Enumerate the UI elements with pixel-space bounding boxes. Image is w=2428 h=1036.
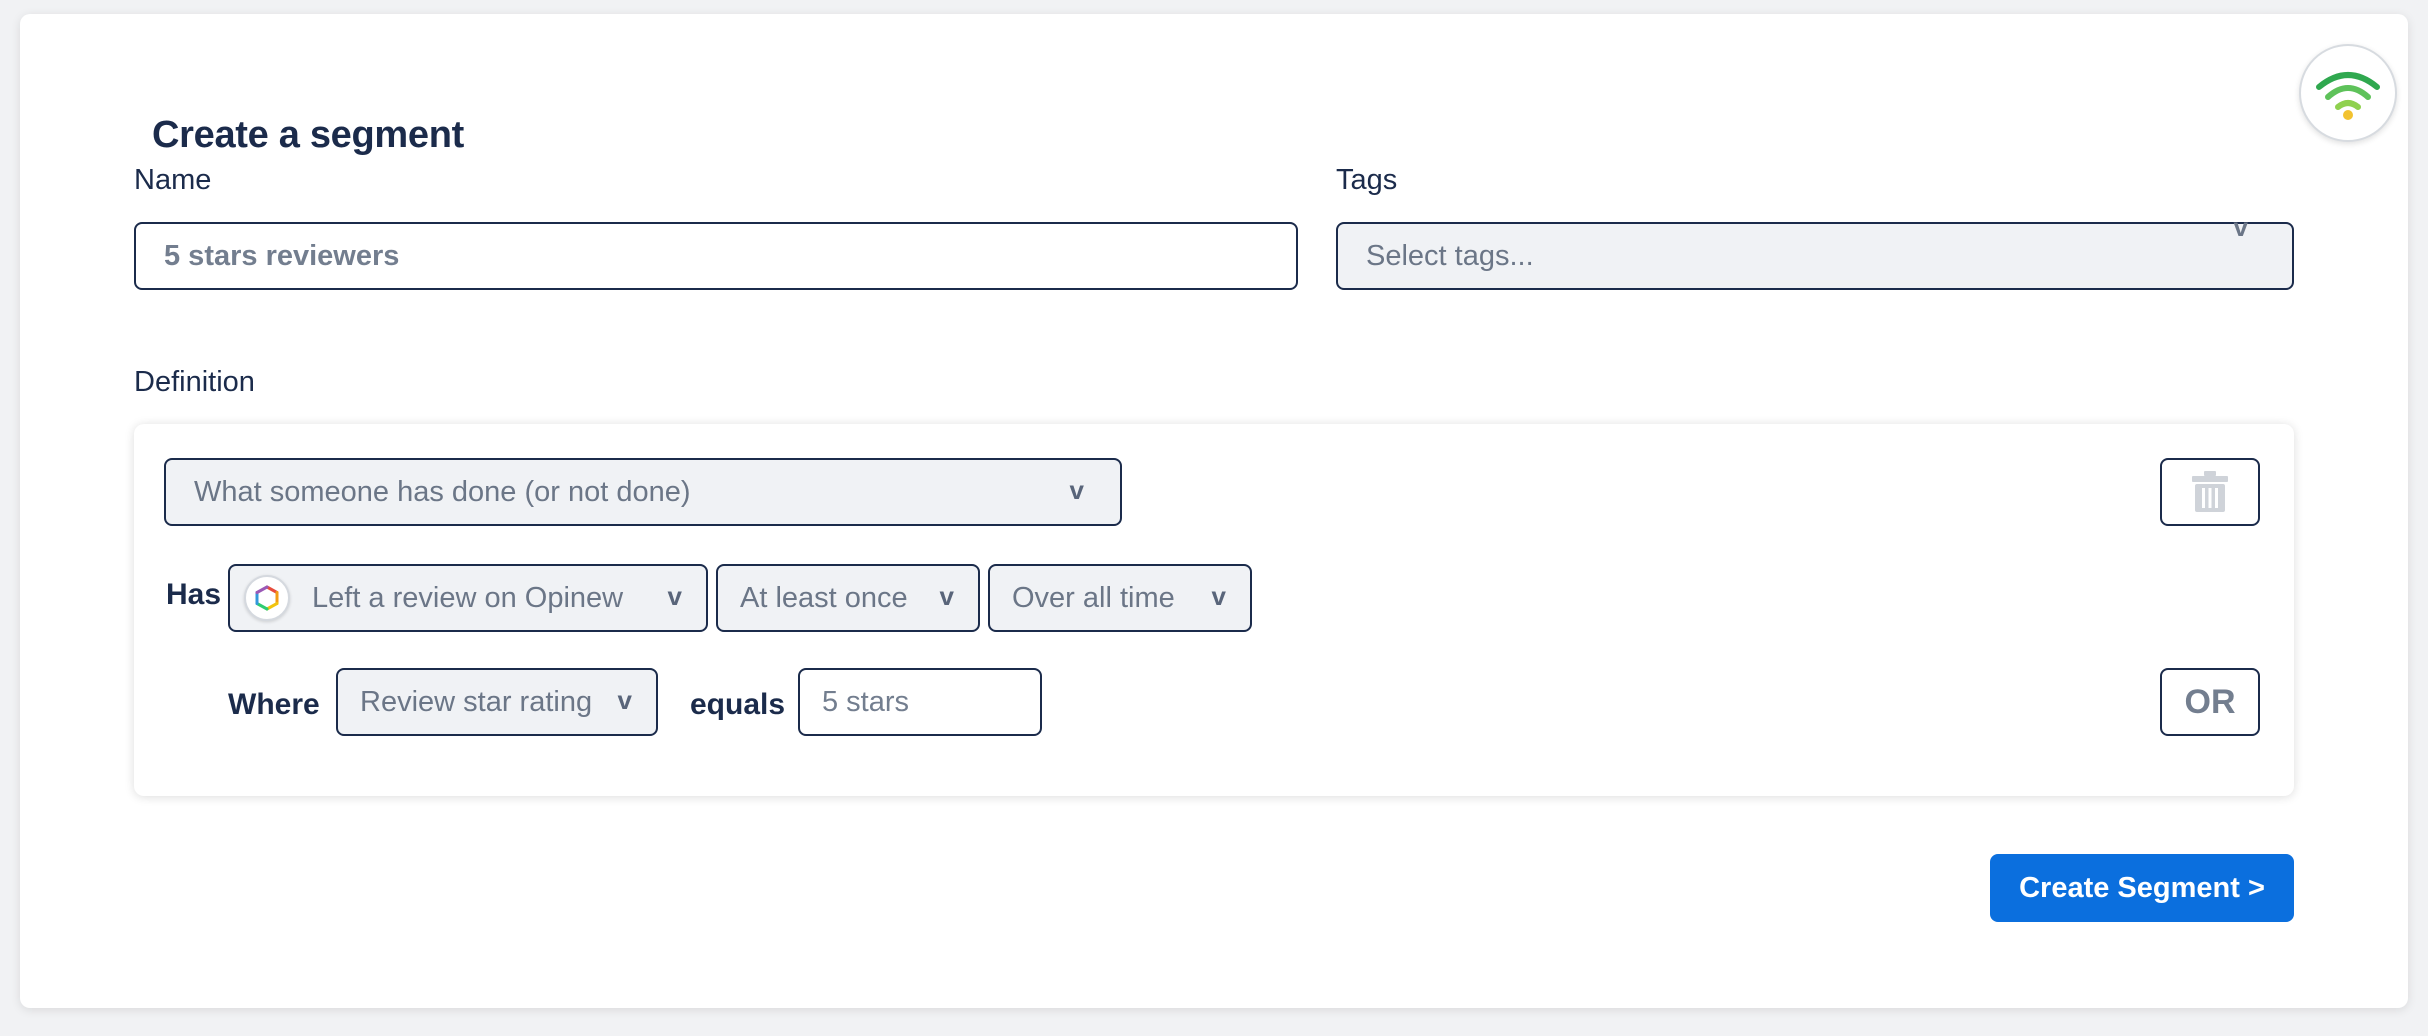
property-value: Review star rating (360, 685, 593, 718)
definition-type-value: What someone has done (or not done) (194, 475, 691, 508)
event-value: Left a review on Opinew (312, 581, 624, 614)
timeframe-select[interactable]: Over all time v (988, 564, 1252, 632)
create-segment-button[interactable]: Create Segment > (1990, 854, 2294, 922)
delete-button[interactable] (2160, 458, 2260, 526)
page-title: Create a segment (152, 114, 465, 156)
opinew-logo-icon (244, 575, 290, 621)
chevron-down-icon: v (1211, 580, 1226, 611)
name-label: Name (134, 164, 212, 196)
definition-label: Definition (134, 366, 255, 398)
definition-box: What someone has done (or not done) v Ha… (134, 424, 2294, 796)
timeframe-value: Over all time (1012, 581, 1175, 614)
chevron-down-icon: v (617, 684, 632, 715)
where-label: Where (228, 688, 320, 721)
chevron-down-icon: v (1069, 474, 1084, 505)
value-input[interactable]: 5 stars (798, 668, 1042, 736)
chevron-down-icon: v (939, 580, 954, 611)
tags-label: Tags (1336, 164, 1398, 196)
frequency-select[interactable]: At least once v (716, 564, 980, 632)
event-select[interactable]: Left a review on Opinew v (228, 564, 708, 632)
tags-select[interactable]: Select tags... v (1336, 212, 2294, 290)
chevron-down-icon: v (2233, 212, 2248, 242)
property-select[interactable]: Review star rating v (336, 668, 658, 736)
equals-label: equals (690, 688, 786, 721)
definition-type-select[interactable]: What someone has done (or not done) v (164, 458, 1122, 526)
tags-placeholder: Select tags... (1366, 239, 1534, 272)
has-label: Has (166, 578, 222, 611)
chevron-down-icon: v (667, 580, 682, 611)
name-input[interactable]: 5 stars reviewers (134, 222, 1298, 290)
frequency-value: At least once (740, 581, 908, 614)
signal-logo-icon[interactable] (2299, 44, 2397, 142)
trash-icon (2192, 471, 2228, 512)
or-button[interactable]: OR (2160, 668, 2260, 736)
